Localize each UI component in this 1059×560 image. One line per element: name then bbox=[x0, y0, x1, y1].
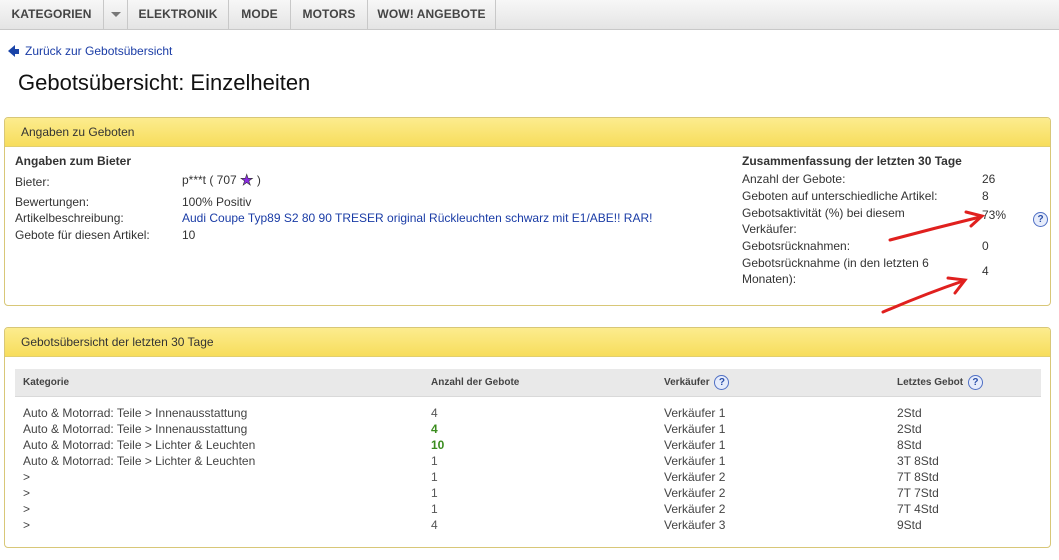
cell-seller: Verkäufer 2 bbox=[664, 470, 726, 484]
summary-label-retractions-6m: Gebotsrücknahme (in den letzten 6 bbox=[742, 256, 929, 270]
bidder-label: Bieter: bbox=[15, 175, 50, 189]
cell-bid-count: 4 bbox=[431, 406, 438, 420]
summary-value-retractions-6m: 4 bbox=[982, 264, 989, 278]
cell-last-bid: 7T 7Std bbox=[897, 486, 939, 500]
nav-item-motors[interactable]: MOTORS bbox=[291, 0, 368, 29]
cell-seller: Verkäufer 2 bbox=[664, 486, 726, 500]
cell-category: > bbox=[23, 518, 31, 532]
question-icon[interactable]: ? bbox=[967, 374, 983, 390]
feedback-star-icon[interactable]: ★ bbox=[240, 173, 254, 189]
summary-value-items: 8 bbox=[982, 189, 989, 203]
cell-last-bid: 2Std bbox=[897, 406, 922, 420]
bidder-name[interactable]: p***t ( 707 bbox=[182, 173, 237, 187]
cell-last-bid: 7T 8Std bbox=[897, 470, 939, 484]
cell-seller: Verkäufer 1 bbox=[664, 438, 726, 452]
bidder-section-title: Angaben zum Bieter bbox=[15, 154, 132, 168]
cell-last-bid: 7T 4Std bbox=[897, 502, 939, 516]
cell-seller: Verkäufer 1 bbox=[664, 454, 726, 468]
nav-item-wow-angebote[interactable]: WOW! ANGEBOTE bbox=[368, 0, 496, 29]
page-title: Gebotsübersicht: Einzelheiten bbox=[18, 70, 311, 95]
table-row: Auto & Motorrad: Teile > Innenausstattun… bbox=[15, 421, 1041, 437]
table-header: Kategorie Anzahl der Gebote Verkäufer ? … bbox=[15, 369, 1041, 397]
back-link-label[interactable]: Zurück zur Gebotsübersicht bbox=[25, 44, 172, 58]
panel-title: Angaben zu Geboten bbox=[5, 118, 1050, 147]
cell-category: Auto & Motorrad: Teile > Innenausstattun… bbox=[23, 406, 248, 420]
item-bids-value: 10 bbox=[182, 228, 196, 242]
summary-label-items: Geboten auf unterschiedliche Artikel: bbox=[742, 189, 938, 203]
bidder-close: ) bbox=[256, 173, 261, 187]
cell-category: > bbox=[23, 470, 31, 484]
summary-label-retractions: Gebotsrücknahmen: bbox=[742, 239, 851, 253]
nav-item-kategorien[interactable]: KATEGORIEN bbox=[0, 0, 104, 29]
cell-last-bid: 3T 8Std bbox=[897, 454, 939, 468]
table-row: >1 Verkäufer 2 7T 4Std bbox=[15, 501, 1041, 517]
bid-overview-panel: Gebotsübersicht der letzten 30 Tage Kate… bbox=[4, 327, 1051, 548]
nav-item-elektronik[interactable]: ELEKTRONIK bbox=[128, 0, 229, 29]
top-navigation: KATEGORIEN ELEKTRONIK MODE MOTORS WOW! A… bbox=[0, 0, 1059, 30]
table-row: Auto & Motorrad: Teile > Lichter & Leuch… bbox=[15, 453, 1041, 469]
cell-category: > bbox=[23, 502, 31, 516]
ratings-label: Bewertungen: bbox=[15, 195, 90, 209]
cell-bid-count: 10 bbox=[431, 438, 445, 452]
table-row: >1 Verkäufer 2 7T 8Std bbox=[15, 469, 1041, 485]
chevron-down-icon[interactable] bbox=[104, 0, 128, 29]
summary-section-title: Zusammenfassung der letzten 30 Tage bbox=[742, 154, 962, 168]
column-header-last-bid: Letztes Gebot ? bbox=[897, 369, 983, 397]
column-header-category: Kategorie bbox=[23, 377, 70, 388]
cell-seller: Verkäufer 1 bbox=[664, 422, 726, 436]
question-icon[interactable]: ? bbox=[714, 374, 730, 390]
table-row: Auto & Motorrad: Teile > Innenausstattun… bbox=[15, 405, 1041, 421]
item-link[interactable]: Audi Coupe Typ89 S2 80 90 TRESER origina… bbox=[182, 211, 652, 225]
cell-category: > bbox=[23, 486, 31, 500]
cell-bid-count: 4 bbox=[431, 518, 438, 532]
panel-title: Gebotsübersicht der letzten 30 Tage bbox=[5, 328, 1050, 357]
cell-category: Auto & Motorrad: Teile > Innenausstattun… bbox=[23, 422, 248, 436]
cell-category: Auto & Motorrad: Teile > Lichter & Leuch… bbox=[23, 438, 256, 452]
summary-label-activity-2: Verkäufer: bbox=[742, 222, 797, 236]
cell-category: Auto & Motorrad: Teile > Lichter & Leuch… bbox=[23, 454, 256, 468]
item-bids-label: Gebote für diesen Artikel: bbox=[15, 228, 150, 242]
summary-label-activity: Gebotsaktivität (%) bei diesem bbox=[742, 206, 905, 220]
cell-bid-count: 1 bbox=[431, 486, 438, 500]
summary-value-activity: 73% bbox=[982, 208, 1007, 222]
ratings-value: 100% Positiv bbox=[182, 195, 252, 209]
cell-bid-count: 1 bbox=[431, 502, 438, 516]
question-icon[interactable]: ? bbox=[1033, 212, 1048, 227]
column-header-bids: Anzahl der Gebote bbox=[431, 377, 520, 388]
table-row: >4 Verkäufer 3 9Std bbox=[15, 517, 1041, 533]
summary-value-bids: 26 bbox=[982, 172, 996, 186]
nav-item-mode[interactable]: MODE bbox=[229, 0, 291, 29]
column-header-seller: Verkäufer ? bbox=[664, 369, 730, 397]
item-label: Artikelbeschreibung: bbox=[15, 211, 124, 225]
bid-details-panel: Angaben zu Geboten Angaben zum Bieter Bi… bbox=[4, 117, 1051, 306]
cell-bid-count: 1 bbox=[431, 454, 438, 468]
summary-label-bids: Anzahl der Gebote: bbox=[742, 172, 846, 186]
table-row: >1 Verkäufer 2 7T 7Std bbox=[15, 485, 1041, 501]
bidder-value: p***t ( 707 ★ ) bbox=[182, 173, 261, 189]
cell-seller: Verkäufer 1 bbox=[664, 406, 726, 420]
cell-seller: Verkäufer 2 bbox=[664, 502, 726, 516]
table-row: Auto & Motorrad: Teile > Lichter & Leuch… bbox=[15, 437, 1041, 453]
cell-last-bid: 9Std bbox=[897, 518, 922, 532]
cell-bid-count: 1 bbox=[431, 470, 438, 484]
cell-last-bid: 2Std bbox=[897, 422, 922, 436]
summary-value-retractions: 0 bbox=[982, 239, 989, 253]
cell-bid-count: 4 bbox=[431, 422, 438, 436]
back-link[interactable]: Zurück zur Gebotsübersicht bbox=[8, 43, 172, 59]
cell-seller: Verkäufer 3 bbox=[664, 518, 726, 532]
summary-label-retractions-6m-2: Monaten): bbox=[742, 272, 797, 286]
cell-last-bid: 8Std bbox=[897, 438, 922, 452]
